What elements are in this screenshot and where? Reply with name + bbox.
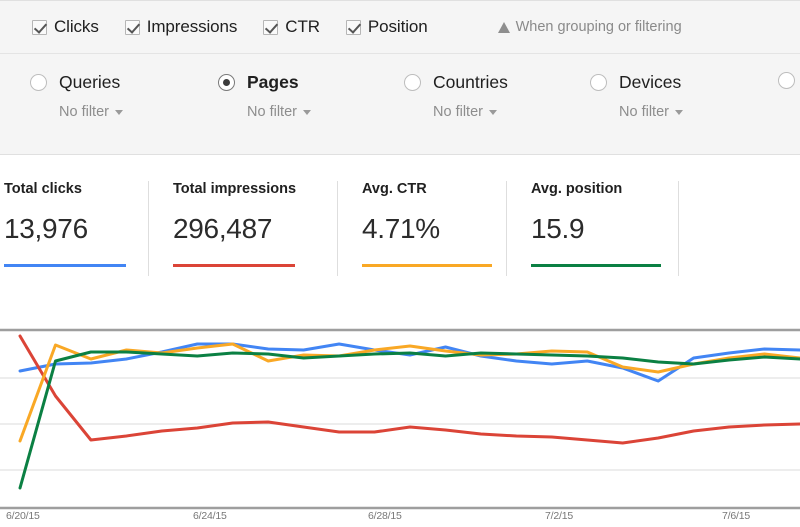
dimension-overflow[interactable] <box>778 72 800 89</box>
dimension-filter-label: No filter <box>433 104 483 120</box>
checkbox-checked-icon[interactable] <box>124 19 140 35</box>
metric-checkbox-label: CTR <box>285 17 320 36</box>
radio-unselected-icon[interactable] <box>590 74 607 91</box>
checkbox-checked-icon[interactable] <box>263 19 279 35</box>
chevron-down-icon[interactable] <box>674 109 683 115</box>
dimension-filter-devices[interactable]: No filter <box>619 104 683 120</box>
card-color-rule <box>362 264 492 267</box>
x-tick-label: 6/24/15 <box>193 510 227 522</box>
search-analytics-page: Clicks Impressions CTR Position When gro… <box>0 0 800 527</box>
dimension-label: Devices <box>619 72 682 92</box>
x-tick-label: 6/20/15 <box>6 510 40 522</box>
avg-position-card: Avg. position 15.9 <box>531 181 661 267</box>
card-value: 296,487 <box>173 213 273 244</box>
dimension-queries[interactable]: Queries No filter <box>30 72 123 120</box>
dimension-filter-label: No filter <box>59 104 109 120</box>
radio-selected-icon[interactable] <box>218 74 235 91</box>
metrics-toolbar: Clicks Impressions CTR Position When gro… <box>0 0 800 54</box>
dimension-toolbar: Queries No filter Pages No filter Countr… <box>0 54 800 155</box>
dimension-filter-pages[interactable]: No filter <box>247 104 311 120</box>
chevron-down-icon[interactable] <box>302 109 311 115</box>
chart-plot-area <box>0 328 800 510</box>
card-title: Total clicks <box>4 181 82 197</box>
metric-checkbox-clicks[interactable]: Clicks <box>32 17 99 37</box>
metric-checkbox-impressions[interactable]: Impressions <box>124 17 238 37</box>
chart-gridlines <box>0 328 800 510</box>
dimension-label: Queries <box>59 72 121 92</box>
card-value: 4.71% <box>362 213 440 244</box>
card-divider <box>148 181 149 276</box>
card-title: Avg. CTR <box>362 181 427 197</box>
radio-unselected-icon[interactable] <box>404 74 421 91</box>
dimension-label: Countries <box>433 72 508 92</box>
grouping-warning: When grouping or filtering <box>497 19 682 35</box>
dimension-filter-queries[interactable]: No filter <box>59 104 123 120</box>
chevron-down-icon[interactable] <box>114 109 123 115</box>
dimension-filter-countries[interactable]: No filter <box>433 104 497 120</box>
metric-checkbox-position[interactable]: Position <box>345 17 428 37</box>
card-title: Total impressions <box>173 181 297 197</box>
totals-summary: Total clicks 13,976 Total impressions 29… <box>0 156 800 288</box>
card-color-rule <box>4 264 126 267</box>
radio-unselected-icon[interactable] <box>778 72 795 89</box>
metric-checkbox-label: Clicks <box>54 17 99 36</box>
card-title: Avg. position <box>531 181 623 197</box>
dimension-pages[interactable]: Pages No filter <box>218 72 311 120</box>
total-clicks-card: Total clicks 13,976 <box>4 181 126 267</box>
warning-triangle-icon <box>497 21 510 33</box>
chart-series-position <box>18 350 800 490</box>
x-tick-label: 7/6/15 <box>722 510 750 522</box>
chart-x-axis-labels: 6/20/15 6/24/15 6/28/15 7/2/15 7/6/15 <box>0 510 800 527</box>
total-impressions-card: Total impressions 296,487 <box>173 181 296 267</box>
card-divider <box>678 181 679 276</box>
metric-checkbox-ctr[interactable]: CTR <box>263 17 320 37</box>
card-divider <box>506 181 507 276</box>
x-tick-label: 6/28/15 <box>368 510 402 522</box>
card-color-rule <box>531 264 661 267</box>
card-value: 13,976 <box>4 213 88 244</box>
x-tick-label: 7/2/15 <box>545 510 573 522</box>
grouping-warning-text: When grouping or filtering <box>515 19 682 35</box>
dimension-filter-label: No filter <box>247 104 297 120</box>
card-color-rule <box>173 264 295 267</box>
metric-checkbox-label: Position <box>367 17 428 36</box>
dimension-countries[interactable]: Countries No filter <box>404 72 508 120</box>
analytics-chart[interactable]: 6/20/15 6/24/15 6/28/15 7/2/15 7/6/15 <box>0 288 800 527</box>
dimension-filter-label: No filter <box>619 104 669 120</box>
checkbox-checked-icon[interactable] <box>32 19 47 35</box>
chart-series-lines <box>18 334 800 490</box>
card-value: 15.9 <box>531 213 585 244</box>
dimension-devices[interactable]: Devices No filter <box>590 72 683 120</box>
radio-unselected-icon[interactable] <box>30 74 47 91</box>
checkbox-checked-icon[interactable] <box>345 19 361 35</box>
card-divider <box>337 181 338 276</box>
metric-checkbox-label: Impressions <box>146 17 238 36</box>
dimension-label: Pages <box>247 72 299 92</box>
chevron-down-icon[interactable] <box>488 109 497 115</box>
avg-ctr-card: Avg. CTR 4.71% <box>362 181 492 267</box>
